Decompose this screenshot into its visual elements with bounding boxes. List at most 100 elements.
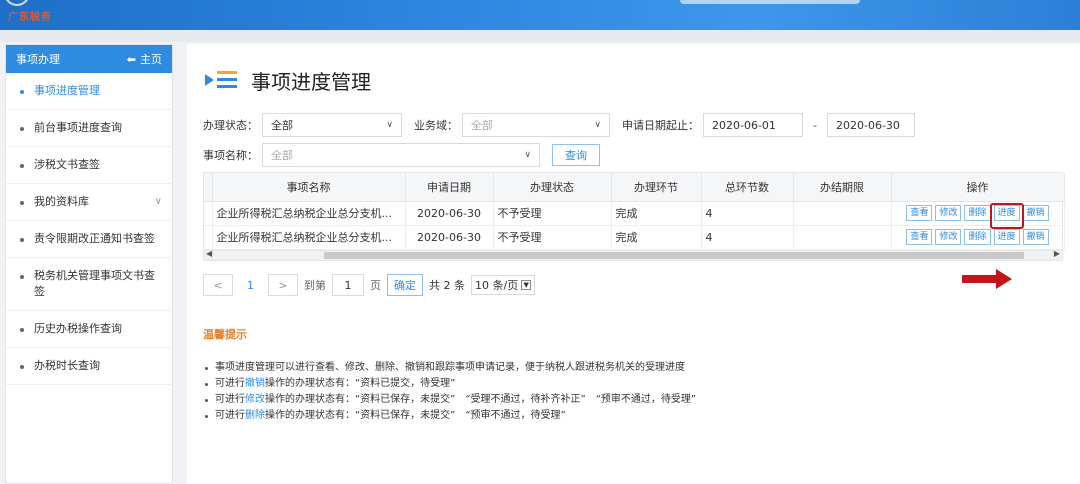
cell-deadline	[793, 201, 892, 226]
table-header-spacer	[204, 173, 213, 202]
chevron-down-icon: ∨	[386, 120, 393, 130]
home-link[interactable]: ⬅ 主页	[127, 51, 162, 67]
status-label: 办理状态：	[203, 119, 258, 132]
revoke-link[interactable]: 撤销	[245, 378, 265, 389]
bullet-icon	[20, 127, 24, 131]
table-header: 操作	[891, 173, 1065, 202]
scroll-right-icon[interactable]: ▶	[1054, 249, 1060, 258]
row-spacer	[204, 225, 213, 250]
table-header: 总环节数	[701, 173, 794, 202]
query-button[interactable]: 查询	[552, 144, 600, 166]
item-name-select[interactable]: 全部 ∨	[262, 143, 540, 167]
date-from-input[interactable]: 2020-06-01	[703, 113, 803, 137]
revoke-button[interactable]: 撤销	[1022, 205, 1049, 221]
cell-ops: 查看 修改 删除 进度 撤销	[891, 225, 1065, 250]
filter-form: 办理状态： 全部 ∨ 业务域： 全部 ∨ 申请日期起止： 2020-06-01 …	[203, 112, 1073, 172]
domain-select-value: 全部	[471, 119, 493, 132]
scroll-left-icon[interactable]: ◀	[206, 249, 212, 258]
table-header: 办理环节	[611, 173, 702, 202]
edit-button[interactable]: 修改	[935, 205, 962, 221]
page-unit-label: 页	[370, 279, 381, 292]
cell-date: 2020-06-30	[405, 201, 494, 226]
status-select[interactable]: 全部 ∨	[262, 113, 402, 137]
highlight-box	[990, 203, 1024, 229]
item-name-label: 事项名称：	[203, 149, 258, 162]
chevron-down-icon: ∨	[524, 150, 531, 160]
date-range-label: 申请日期起止：	[622, 119, 699, 132]
chevron-down-icon: ∨	[154, 196, 162, 207]
tip-item: 可进行修改操作的办理状态有：“资料已保存，未提交” “受理不通过，待补齐补正” …	[203, 392, 1063, 408]
status-select-value: 全部	[271, 119, 293, 132]
sidebar-item-correction-notice[interactable]: 责令限期改正通知书查签	[6, 221, 172, 258]
site-logo[interactable]: 广东税务	[8, 8, 52, 23]
tip-text: 操作的办理状态有：“资料已保存，未提交” “预审不通过，待受理”	[265, 410, 566, 421]
header-decoration	[680, 0, 860, 4]
bullet-icon	[20, 201, 24, 205]
table-row: 企业所得税汇总纳税企业总分支机... 2020-06-30 不予受理 完成 4 …	[204, 225, 1065, 250]
sidebar-item-authority-documents[interactable]: 税务机关管理事项文书查签	[6, 258, 172, 311]
table-header-row: 事项名称 申请日期 办理状态 办理环节 总环节数 办结期限 操作	[204, 173, 1065, 202]
list-icon	[205, 69, 239, 93]
top-header: 广东税务	[0, 0, 1080, 30]
delete-link[interactable]: 删除	[245, 410, 265, 421]
edit-button[interactable]: 修改	[935, 229, 962, 245]
table-header: 办结期限	[793, 173, 892, 202]
next-page-button[interactable]: >	[268, 274, 298, 296]
date-to-input[interactable]: 2020-06-30	[826, 113, 915, 137]
pagination: < 1 > 到第 1 页 确定 共 2 条 10 条/页 ▼	[203, 274, 536, 296]
edit-link[interactable]: 修改	[245, 394, 265, 405]
table-header: 办理状态	[493, 173, 612, 202]
sidebar: 事项办理 ⬅ 主页 事项进度管理 前台事项进度查询 涉税文书查签 我的资料库 ∨ …	[5, 44, 173, 484]
tip-text: 操作的办理状态有：“资料已提交，待受理”	[265, 378, 456, 389]
sidebar-item-label: 前台事项进度查询	[34, 121, 122, 134]
sidebar-item-progress-management[interactable]: 事项进度管理	[6, 73, 172, 110]
prev-page-button[interactable]: <	[203, 274, 233, 296]
results-table: 事项名称 申请日期 办理状态 办理环节 总环节数 办结期限 操作 企业所得税汇总…	[203, 172, 1065, 261]
domain-select[interactable]: 全部 ∨	[462, 113, 610, 137]
delete-button[interactable]: 删除	[964, 229, 991, 245]
arrow-right-icon	[962, 269, 1012, 289]
table-row: 企业所得税汇总纳税企业总分支机... 2020-06-30 不予受理 完成 4 …	[204, 201, 1065, 226]
scrollbar-thumb[interactable]	[324, 251, 1024, 259]
delete-button[interactable]: 删除	[964, 205, 991, 221]
view-button[interactable]: 查看	[906, 229, 933, 245]
sidebar-item-tax-documents[interactable]: 涉税文书查签	[6, 147, 172, 184]
view-button[interactable]: 查看	[906, 205, 933, 221]
header-subbar	[0, 30, 1080, 42]
tip-text: 可进行	[215, 378, 245, 389]
sidebar-item-my-library[interactable]: 我的资料库 ∨	[6, 184, 172, 221]
bullet-icon	[20, 238, 24, 242]
sidebar-menu: 事项进度管理 前台事项进度查询 涉税文书查签 我的资料库 ∨ 责令限期改正通知书查…	[6, 73, 172, 385]
tips-title: 温馨提示	[203, 328, 247, 341]
tip-text: 操作的办理状态有：“资料已保存，未提交” “受理不通过，待补齐补正” “预审不通…	[265, 394, 697, 405]
cell-ops: 查看 修改 删除 进度 撤销	[891, 201, 1065, 226]
page-size-value: 10 条/页	[475, 279, 519, 292]
tip-text: 可进行	[215, 394, 245, 405]
progress-button[interactable]: 进度	[993, 229, 1020, 245]
sidebar-item-duration[interactable]: 办税时长查询	[6, 348, 172, 385]
cell-stage: 完成	[611, 201, 702, 226]
page-number[interactable]: 1	[239, 279, 262, 292]
tip-text: 事项进度管理可以进行查看、修改、删除、撤销和跟踪事项申请记录，便于纳税人跟进税务…	[215, 362, 685, 373]
sidebar-item-history[interactable]: 历史办税操作查询	[6, 311, 172, 348]
cell-item-name: 企业所得税汇总纳税企业总分支机...	[212, 225, 406, 250]
goto-confirm-button[interactable]: 确定	[387, 274, 423, 296]
sidebar-item-front-desk-query[interactable]: 前台事项进度查询	[6, 110, 172, 147]
sidebar-header: 事项办理 ⬅ 主页	[6, 45, 172, 73]
bullet-icon	[20, 328, 24, 332]
main-panel: 事项进度管理 办理状态： 全部 ∨ 业务域： 全部 ∨ 申请日期起止： 2020…	[187, 44, 1080, 484]
cell-date: 2020-06-30	[405, 225, 494, 250]
table-header: 申请日期	[405, 173, 494, 202]
sidebar-item-label: 税务机关管理事项文书查签	[34, 269, 155, 298]
row-spacer	[204, 201, 213, 226]
revoke-button[interactable]: 撤销	[1022, 229, 1049, 245]
goto-page-input[interactable]: 1	[332, 274, 364, 296]
tip-item: 可进行删除操作的办理状态有：“资料已保存，未提交” “预审不通过，待受理”	[203, 408, 1063, 424]
home-label: 主页	[140, 53, 162, 66]
page-size-select[interactable]: 10 条/页 ▼	[471, 275, 536, 295]
horizontal-scrollbar[interactable]: ◀ ▶	[204, 249, 1062, 260]
sidebar-title: 事项办理	[16, 53, 60, 66]
goto-label: 到第	[304, 279, 326, 292]
cell-status: 不予受理	[493, 225, 612, 250]
cell-item-name: 企业所得税汇总纳税企业总分支机...	[212, 201, 406, 226]
